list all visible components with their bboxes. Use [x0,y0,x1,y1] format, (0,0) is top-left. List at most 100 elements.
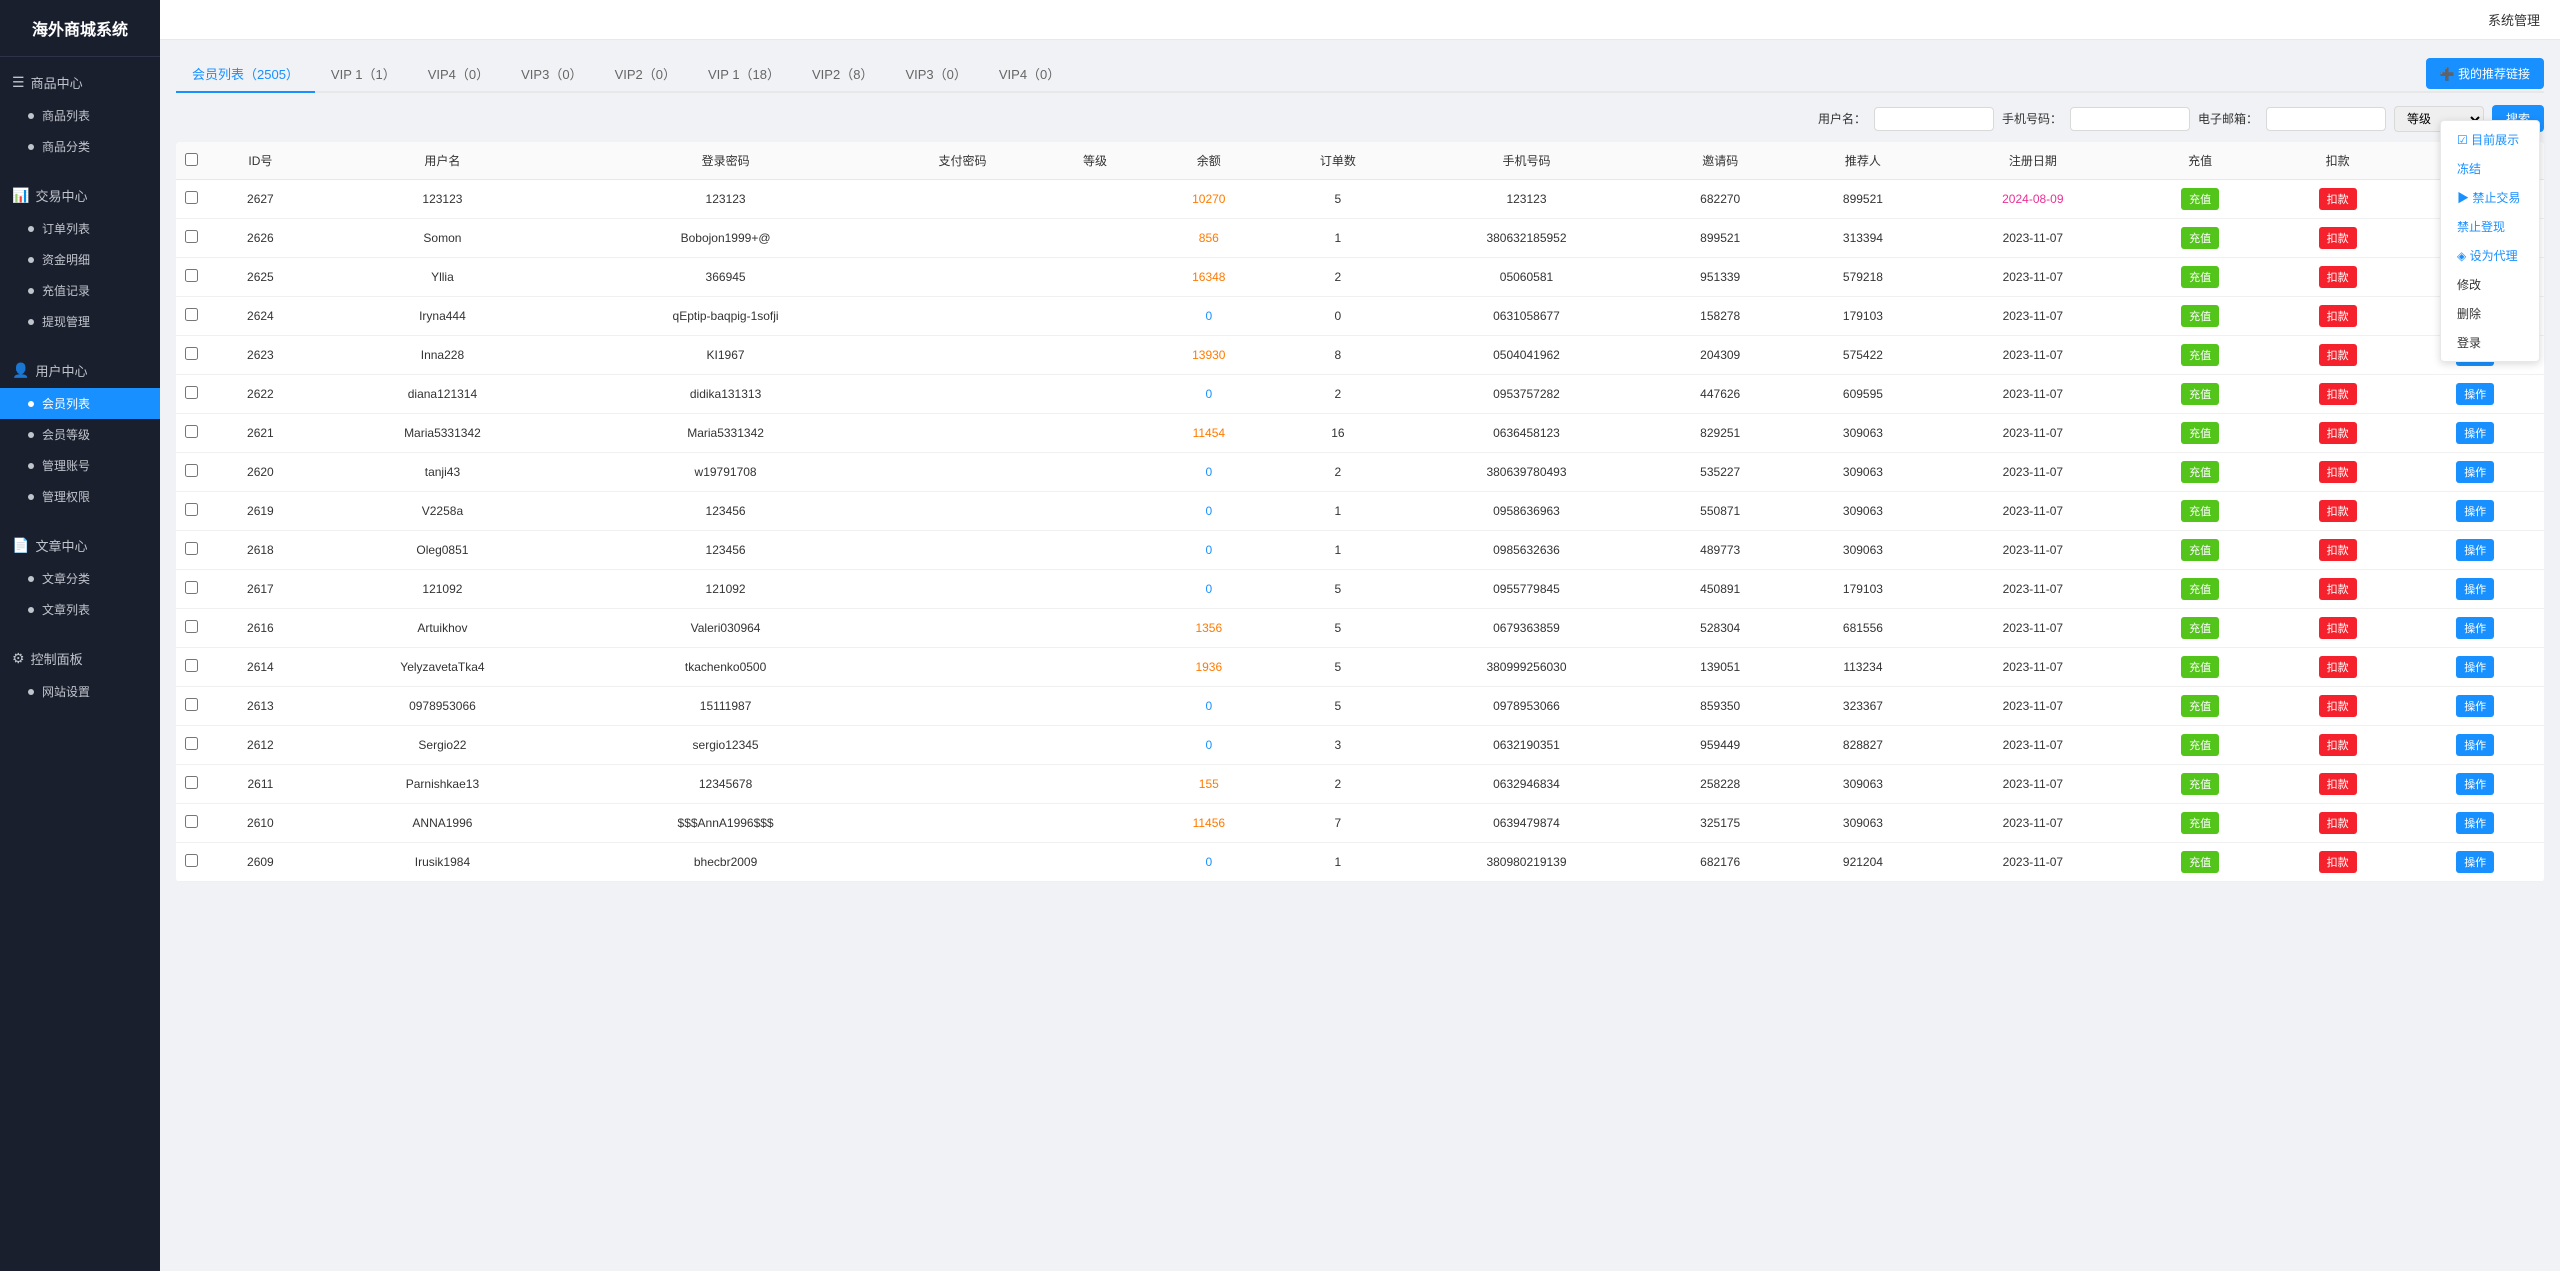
row-checkbox[interactable] [185,386,198,399]
row-checkbox[interactable] [185,425,198,438]
username-input[interactable] [1874,107,1994,131]
context-modify[interactable]: 修改 [2441,270,2539,299]
recharge-btn[interactable]: 充值 [2181,539,2219,561]
row-checkbox[interactable] [185,659,198,672]
deduct-btn[interactable]: 扣款 [2319,188,2357,210]
sidebar-group-article[interactable]: 📄 文章中心 [0,528,160,563]
row-checkbox[interactable] [185,737,198,750]
tab-vip1-18[interactable]: VIP 1（18） [692,56,796,93]
deduct-btn[interactable]: 扣款 [2319,812,2357,834]
recharge-btn[interactable]: 充值 [2181,578,2219,600]
row-checkbox[interactable] [185,620,198,633]
action-btn[interactable]: 操作 [2456,695,2494,717]
recharge-btn[interactable]: 充值 [2181,695,2219,717]
recharge-btn[interactable]: 充值 [2181,734,2219,756]
tab-vip2-8[interactable]: VIP2（8） [796,56,889,93]
sidebar-group-user[interactable]: 👤 用户中心 [0,353,160,388]
action-btn[interactable]: 操作 [2456,422,2494,444]
row-checkbox[interactable] [185,191,198,204]
deduct-btn[interactable]: 扣款 [2319,461,2357,483]
sidebar-item-withdraw-mgmt[interactable]: 提现管理 [0,306,160,337]
sidebar-item-goods-list[interactable]: 商品列表 [0,100,160,131]
action-btn[interactable]: 操作 [2456,656,2494,678]
row-checkbox[interactable] [185,854,198,867]
deduct-btn[interactable]: 扣款 [2319,500,2357,522]
deduct-btn[interactable]: 扣款 [2319,851,2357,873]
action-btn[interactable]: 操作 [2456,461,2494,483]
recharge-btn[interactable]: 充值 [2181,227,2219,249]
row-checkbox[interactable] [185,698,198,711]
deduct-btn[interactable]: 扣款 [2319,344,2357,366]
context-register[interactable]: 登录 [2441,328,2539,357]
context-freeze[interactable]: 冻结 [2441,154,2539,183]
row-checkbox[interactable] [185,230,198,243]
recharge-btn[interactable]: 充值 [2181,188,2219,210]
row-checkbox[interactable] [185,581,198,594]
deduct-btn[interactable]: 扣款 [2319,695,2357,717]
sidebar-item-admin-permission[interactable]: 管理权限 [0,481,160,512]
deduct-btn[interactable]: 扣款 [2319,266,2357,288]
row-checkbox[interactable] [185,464,198,477]
sidebar-item-site-settings[interactable]: 网站设置 [0,676,160,707]
action-btn[interactable]: 操作 [2456,773,2494,795]
deduct-btn[interactable]: 扣款 [2319,422,2357,444]
tab-vip1-1[interactable]: VIP 1（1） [315,56,412,93]
recharge-btn[interactable]: 充值 [2181,383,2219,405]
email-input[interactable] [2266,107,2386,131]
recharge-btn[interactable]: 充值 [2181,851,2219,873]
context-delete[interactable]: 删除 [2441,299,2539,328]
row-checkbox[interactable] [185,269,198,282]
recharge-btn[interactable]: 充值 [2181,266,2219,288]
sidebar-group-goods[interactable]: ☰ 商品中心 [0,65,160,100]
tab-member-all[interactable]: 会员列表（2505） [176,56,315,93]
recharge-btn[interactable]: 充值 [2181,305,2219,327]
recharge-btn[interactable]: 充值 [2181,617,2219,639]
recharge-btn[interactable]: 充值 [2181,422,2219,444]
deduct-btn[interactable]: 扣款 [2319,305,2357,327]
row-checkbox[interactable] [185,347,198,360]
recharge-btn[interactable]: 充值 [2181,812,2219,834]
context-stop-login[interactable]: 禁止登现 [2441,212,2539,241]
deduct-btn[interactable]: 扣款 [2319,734,2357,756]
row-checkbox[interactable] [185,776,198,789]
sidebar-item-article-list[interactable]: 文章列表 [0,594,160,625]
recommend-btn[interactable]: ➕ 我的推荐链接 [2426,58,2544,89]
sidebar-item-goods-category[interactable]: 商品分类 [0,131,160,162]
deduct-btn[interactable]: 扣款 [2319,617,2357,639]
phone-input[interactable] [2070,107,2190,131]
action-btn[interactable]: 操作 [2456,539,2494,561]
action-btn[interactable]: 操作 [2456,734,2494,756]
sidebar-item-member-list[interactable]: 会员列表 [0,388,160,419]
action-btn[interactable]: 操作 [2456,500,2494,522]
tab-vip4-0b[interactable]: VIP4（0） [983,56,1076,93]
sidebar-item-capital-flow[interactable]: 资金明细 [0,244,160,275]
deduct-btn[interactable]: 扣款 [2319,539,2357,561]
tab-vip3-0b[interactable]: VIP3（0） [889,56,982,93]
sidebar-item-admin-account[interactable]: 管理账号 [0,450,160,481]
deduct-btn[interactable]: 扣款 [2319,773,2357,795]
action-btn[interactable]: 操作 [2456,812,2494,834]
tab-vip3-0a[interactable]: VIP3（0） [505,56,598,93]
deduct-btn[interactable]: 扣款 [2319,578,2357,600]
recharge-btn[interactable]: 充值 [2181,461,2219,483]
deduct-btn[interactable]: 扣款 [2319,383,2357,405]
sidebar-group-trade[interactable]: 📊 交易中心 [0,178,160,213]
action-btn[interactable]: 操作 [2456,383,2494,405]
context-set-agent[interactable]: ◈ 设为代理 [2441,241,2539,270]
recharge-btn[interactable]: 充值 [2181,656,2219,678]
tab-vip2-0[interactable]: VIP2（0） [599,56,692,93]
sidebar-item-recharge-records[interactable]: 充值记录 [0,275,160,306]
action-btn[interactable]: 操作 [2456,851,2494,873]
action-btn[interactable]: 操作 [2456,578,2494,600]
row-checkbox[interactable] [185,542,198,555]
deduct-btn[interactable]: 扣款 [2319,656,2357,678]
recharge-btn[interactable]: 充值 [2181,500,2219,522]
row-checkbox[interactable] [185,308,198,321]
recharge-btn[interactable]: 充值 [2181,344,2219,366]
context-stop-trade[interactable]: ▶ 禁止交易 [2441,183,2539,212]
recharge-btn[interactable]: 充值 [2181,773,2219,795]
context-show-target[interactable]: ☑ 目前展示 [2441,125,2539,154]
row-checkbox[interactable] [185,503,198,516]
sidebar-item-member-level[interactable]: 会员等级 [0,419,160,450]
sidebar-group-control[interactable]: ⚙ 控制面板 [0,641,160,676]
